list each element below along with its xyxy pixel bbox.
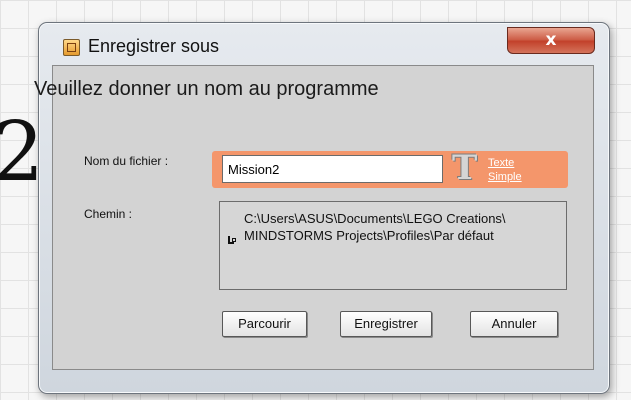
path-display: C:\Users\ASUS\Documents\LEGO Creations\ … [219,201,567,290]
path-label: Chemin : [84,207,133,221]
text-format-icon[interactable]: T [452,148,477,188]
texte-simple-link[interactable]: Texte Simple [488,156,540,184]
filename-input[interactable] [222,155,443,183]
close-button[interactable]: x [507,27,595,54]
dialog-heading: Veuillez donner un nom au programme [34,78,379,100]
path-marker-icon [228,236,236,244]
dialog-title: Enregistrer sous [88,36,220,56]
app-icon [63,39,80,56]
filename-label: Nom du fichier : [84,154,169,168]
browse-button[interactable]: Parcourir [222,311,307,337]
texte-link-line1: Texte [488,157,515,169]
path-value: C:\Users\ASUS\Documents\LEGO Creations\ … [244,211,506,243]
texte-link-line2: Simple [488,171,522,183]
save-button[interactable]: Enregistrer [340,311,432,337]
cancel-button[interactable]: Annuler [470,311,558,337]
